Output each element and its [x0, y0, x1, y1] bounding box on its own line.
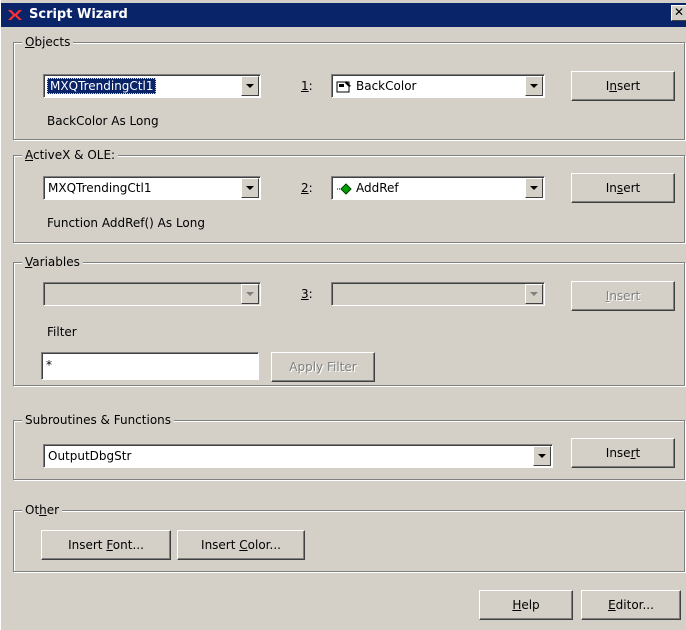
filter-label: Filter: [47, 325, 77, 339]
activex-insert-button[interactable]: Insert: [571, 173, 675, 203]
insert-font-button[interactable]: Insert Font...: [41, 530, 171, 560]
method-combo[interactable]: AddRef: [331, 176, 545, 200]
subroutines-insert-button[interactable]: Insert: [571, 438, 675, 468]
close-icon[interactable]: ✕: [674, 5, 684, 19]
chevron-down-icon[interactable]: [241, 284, 259, 304]
window-title: Script Wizard: [29, 7, 128, 22]
title-bar: Script Wizard ✕: [1, 3, 686, 27]
property-combo-value: BackColor: [336, 79, 416, 94]
close-button[interactable]: ✕: [671, 5, 686, 21]
objects-combo-value: MXQTrendingCtl1: [47, 78, 157, 94]
activex-index-label: 2:: [301, 181, 313, 195]
objects-insert-button[interactable]: Insert: [571, 71, 675, 101]
objects-index-label: 1:: [301, 79, 313, 93]
variables-value-combo[interactable]: [331, 282, 545, 306]
objects-group-label: Objects: [22, 35, 74, 49]
objects-combo[interactable]: MXQTrendingCtl1: [43, 74, 261, 98]
script-wizard-window: Script Wizard ✕ Objects MXQTrendingCtl1 …: [0, 0, 686, 630]
property-combo[interactable]: BackColor: [331, 74, 545, 98]
apply-filter-button[interactable]: Apply Filter: [271, 352, 375, 382]
variables-insert-button[interactable]: Insert: [571, 281, 675, 311]
activex-combo[interactable]: MXQTrendingCtl1: [43, 176, 261, 200]
objects-description: BackColor As Long: [47, 114, 159, 128]
chevron-down-icon[interactable]: [525, 76, 543, 96]
insert-color-button[interactable]: Insert Color...: [177, 530, 305, 560]
app-icon: [8, 10, 22, 20]
chevron-down-icon[interactable]: [533, 446, 551, 466]
activex-description: Function AddRef() As Long: [47, 216, 205, 230]
method-combo-value: AddRef: [336, 181, 399, 195]
help-button[interactable]: Help: [479, 590, 573, 620]
chevron-down-icon[interactable]: [525, 178, 543, 198]
subroutines-combo[interactable]: OutputDbgStr: [43, 444, 553, 468]
method-icon: [337, 182, 352, 195]
variables-combo[interactable]: [43, 282, 261, 306]
chevron-down-icon[interactable]: [525, 284, 543, 304]
filter-input[interactable]: *: [41, 352, 259, 380]
chevron-down-icon[interactable]: [241, 178, 259, 198]
editor-button[interactable]: Editor...: [581, 590, 681, 620]
activex-group-label: ActiveX & OLE:: [22, 148, 119, 162]
subroutines-group-label: Subroutines & Functions: [22, 413, 175, 427]
activex-combo-value: MXQTrendingCtl1: [48, 181, 152, 195]
variables-group-label: Variables: [22, 255, 83, 269]
variables-index-label: 3:: [301, 287, 313, 301]
other-group-label: Other: [22, 503, 63, 517]
subroutines-combo-value: OutputDbgStr: [48, 449, 132, 463]
chevron-down-icon[interactable]: [241, 76, 259, 96]
property-icon: [336, 80, 351, 92]
